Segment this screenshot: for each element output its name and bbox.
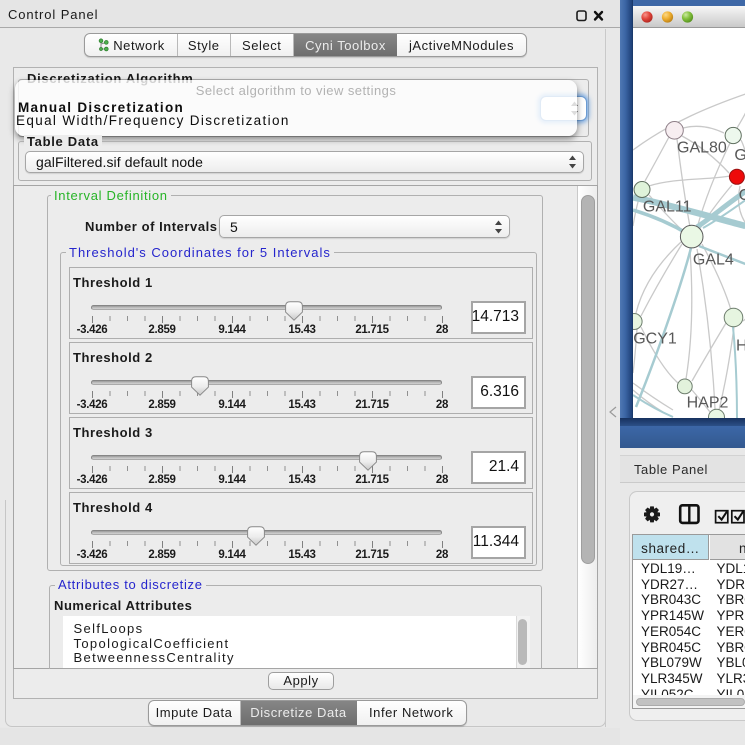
svg-text:GAL4: GAL4 xyxy=(692,251,733,268)
svg-text:GAL80: GAL80 xyxy=(677,139,727,156)
svg-text:GAL11: GAL11 xyxy=(642,198,691,215)
svg-text:GA: GA xyxy=(734,146,745,163)
svg-text:CY: CY xyxy=(738,187,745,204)
svg-text:GCY1: GCY1 xyxy=(633,330,677,347)
svg-text:HAP2: HAP2 xyxy=(686,394,728,411)
svg-text:H: H xyxy=(736,337,745,354)
